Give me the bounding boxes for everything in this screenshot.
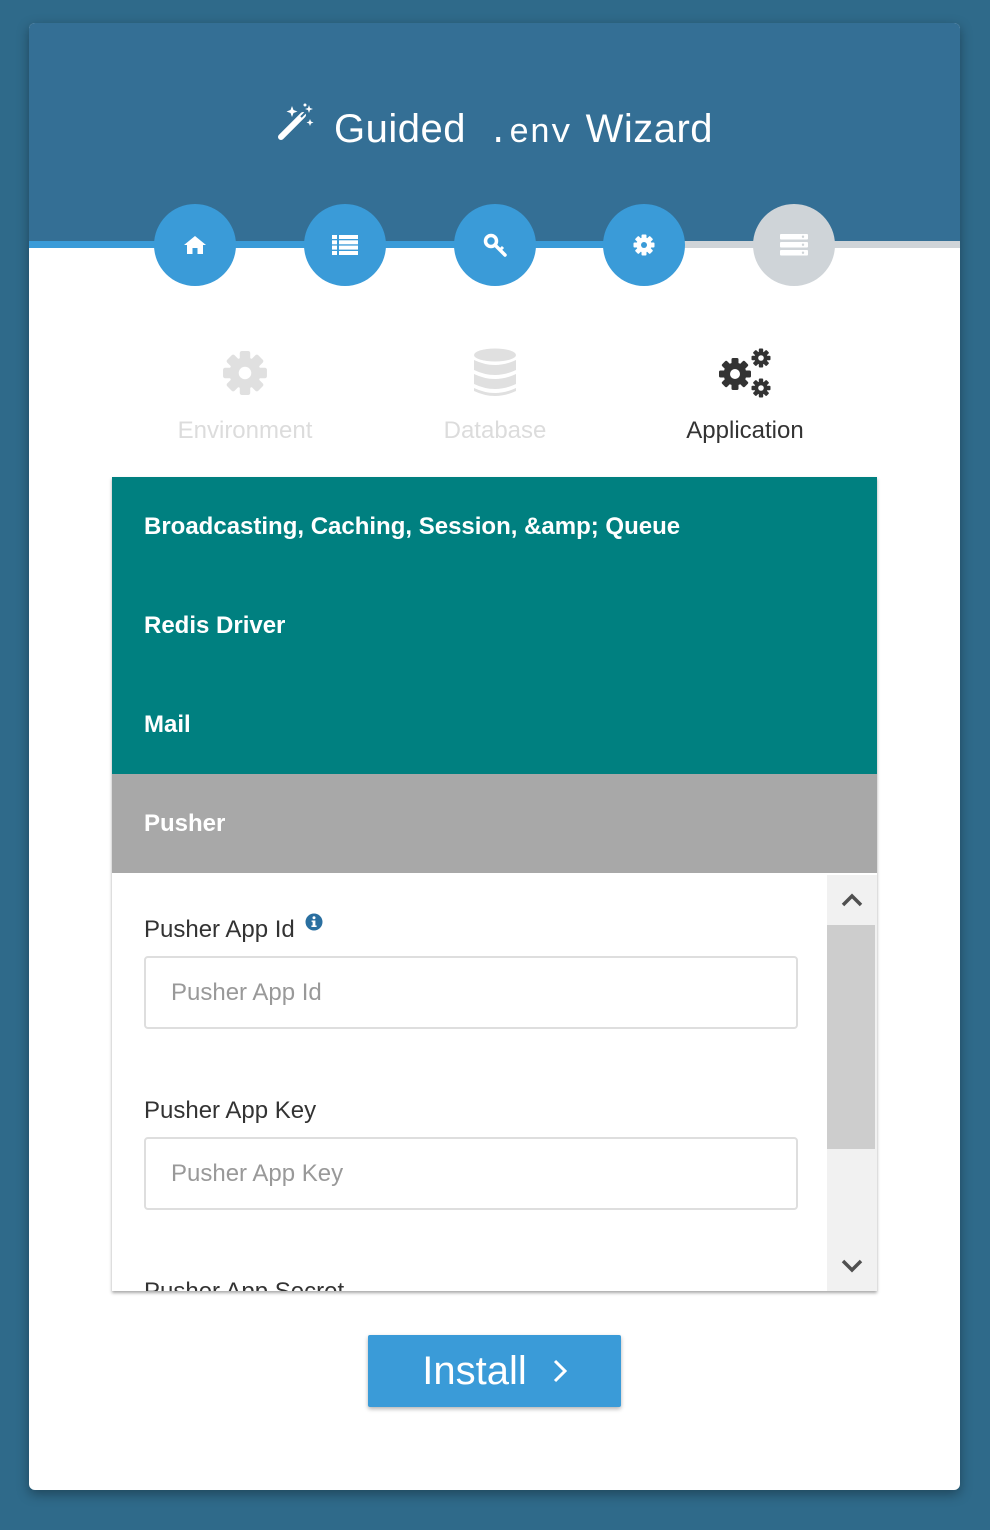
- chevron-up-icon: [841, 893, 863, 907]
- pusher-app-id-label-text: Pusher App Id: [144, 916, 295, 943]
- home-icon: [184, 236, 206, 254]
- chevron-right-icon: [553, 1359, 567, 1383]
- title-guided: Guided: [333, 107, 466, 151]
- pusher-section-body: Pusher App Id Pusher App Key Pusher App …: [112, 875, 877, 1291]
- pusher-app-id-input[interactable]: [144, 956, 798, 1029]
- title-wizard: Wizard: [585, 107, 714, 151]
- tab-database[interactable]: Database: [370, 343, 620, 445]
- step-list[interactable]: [304, 204, 386, 286]
- section-mail-header[interactable]: Mail: [112, 675, 877, 774]
- install-button[interactable]: Install: [368, 1335, 621, 1407]
- gear-icon: [223, 351, 267, 395]
- title-env: .env: [487, 115, 572, 153]
- page-title: Guided .env Wizard: [29, 102, 960, 158]
- scroll-down-button[interactable]: [827, 1241, 877, 1291]
- step-key[interactable]: [454, 204, 536, 286]
- key-icon: [483, 233, 507, 257]
- database-icon: [474, 348, 516, 396]
- tab-database-label: Database: [443, 417, 547, 444]
- section-tabs: Environment Database Application: [120, 343, 870, 473]
- tab-application-label: Application: [686, 417, 804, 444]
- scrollbar[interactable]: [827, 875, 877, 1291]
- step-settings[interactable]: [603, 204, 685, 286]
- step-server[interactable]: [753, 204, 835, 286]
- pusher-app-secret-label: Pusher App Secret: [144, 1278, 344, 1291]
- tab-environment[interactable]: Environment: [120, 343, 370, 445]
- settings-accordion: Broadcasting, Caching, Session, &amp; Qu…: [112, 477, 877, 1291]
- wizard-card: Guided .env Wizard Environment Database …: [29, 23, 960, 1490]
- server-icon: [780, 234, 808, 256]
- scrollbar-thumb[interactable]: [827, 925, 875, 1149]
- gears-icon: [719, 348, 771, 398]
- section-pusher-header[interactable]: Pusher: [112, 774, 877, 873]
- section-redis-header[interactable]: Redis Driver: [112, 576, 877, 675]
- tab-environment-label: Environment: [177, 417, 313, 444]
- magic-wand-icon: [276, 102, 316, 153]
- pusher-app-id-label: Pusher App Id: [144, 913, 323, 944]
- install-button-label: Install: [422, 1348, 527, 1393]
- section-broadcasting-header[interactable]: Broadcasting, Caching, Session, &amp; Qu…: [112, 477, 877, 576]
- gear-icon: [633, 234, 655, 256]
- info-icon[interactable]: [305, 910, 323, 938]
- pusher-app-key-input[interactable]: [144, 1137, 798, 1210]
- step-home[interactable]: [154, 204, 236, 286]
- list-icon: [332, 235, 358, 255]
- chevron-down-icon: [841, 1259, 863, 1273]
- tab-application[interactable]: Application: [620, 343, 870, 445]
- pusher-app-key-label: Pusher App Key: [144, 1097, 317, 1124]
- scroll-up-button[interactable]: [827, 875, 877, 925]
